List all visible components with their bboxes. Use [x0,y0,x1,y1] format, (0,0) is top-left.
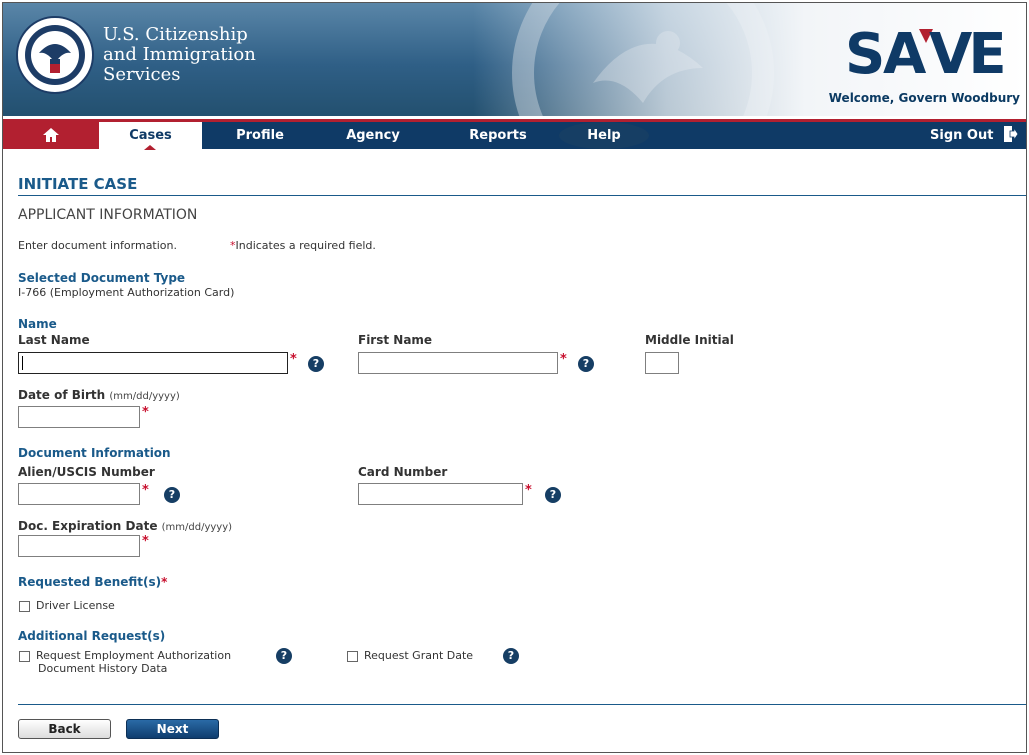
dob-label-text: Date of Birth [18,388,106,402]
selected-doc-heading: Selected Document Type [18,271,186,285]
first-name-required: * [560,352,567,367]
name-heading: Name [18,317,57,331]
sign-out-link[interactable]: Sign Out [908,122,1019,149]
alien-number-input[interactable] [18,483,140,505]
ead-history-checkbox[interactable] [19,651,30,662]
home-icon [43,128,59,142]
agency-line-3: Services [103,64,181,85]
selected-doc-value: I-766 (Employment Authorization Card) [18,286,235,299]
next-button[interactable]: Next [126,719,219,739]
dob-input[interactable] [18,406,140,428]
benefits-required: * [161,575,168,589]
dob-format-hint: (mm/dd/yyyy) [109,391,180,402]
driver-license-checkbox[interactable] [19,601,30,612]
document-info-heading: Document Information [18,446,171,460]
main-nav: Cases Profile Agency Reports Help Sign O… [3,119,1026,150]
grant-date-checkbox[interactable] [347,651,358,662]
first-name-help-icon[interactable]: ? [578,356,594,372]
alien-number-label: Alien/USCIS Number [18,465,155,479]
expiration-format-hint: (mm/dd/yyyy) [161,522,233,533]
driver-license-label: Driver License [36,599,115,612]
expiration-date-input[interactable] [18,535,140,557]
grant-date-label: Request Grant Date [364,649,474,662]
requested-benefits-text: Requested Benefit(s) [18,575,162,589]
back-button[interactable]: Back [18,719,111,739]
nav-home[interactable] [3,122,99,149]
sign-out-label: Sign Out [930,128,994,143]
bottom-divider [18,704,1026,705]
last-name-help-icon[interactable]: ? [308,356,324,372]
required-note-text: Indicates a required field. [235,239,376,252]
nav-cases-label: Cases [129,128,172,143]
agency-line-2: and Immigration [103,44,256,65]
nav-help[interactable]: Help [559,122,649,149]
save-logo: S A VE [845,22,1007,81]
nav-agency[interactable]: Agency [323,122,423,149]
ead-history-line-1: Request Employment Authorization [36,649,232,662]
instruction-text: Enter document information. [18,239,178,252]
card-number-required: * [525,483,532,498]
middle-initial-label: Middle Initial [645,333,734,347]
first-name-input[interactable] [358,352,558,374]
additional-requests-heading: Additional Request(s) [18,629,166,643]
grant-date-help-icon[interactable]: ? [503,648,519,664]
sign-out-icon [1004,126,1019,142]
svg-text:S: S [845,22,882,81]
card-number-label: Card Number [358,465,448,479]
expiration-label-text: Doc. Expiration Date [18,519,158,533]
dhs-seal-icon [16,16,94,94]
card-number-input[interactable] [358,483,523,505]
dob-required: * [142,405,149,420]
required-note: *Indicates a required field. [230,239,376,252]
last-name-required: * [290,352,297,367]
agency-name: U.S. Citizenship and Immigration Service… [103,25,343,85]
alien-number-required: * [142,483,149,498]
card-number-help-icon[interactable]: ? [545,487,561,503]
app-window: U.S. Citizenship and Immigration Service… [2,2,1027,753]
nav-reports[interactable]: Reports [443,122,553,149]
ead-history-line-2: Document History Data [38,662,168,675]
first-name-label: First Name [358,333,433,347]
requested-benefits-heading: Requested Benefit(s)* [18,575,167,589]
alien-number-help-icon[interactable]: ? [164,487,180,503]
dob-label: Date of Birth (mm/dd/yyyy) [18,388,180,402]
active-tab-marker [144,145,156,150]
section-heading: APPLICANT INFORMATION [18,207,198,223]
last-name-label: Last Name [18,333,90,347]
expiration-required: * [142,534,149,549]
svg-text:VE: VE [929,22,1003,81]
text-cursor [22,356,23,370]
welcome-text: Welcome, Govern Woodbury [828,91,1020,105]
page-title: INITIATE CASE [18,175,138,193]
agency-line-1: U.S. Citizenship [103,24,248,45]
middle-initial-input[interactable] [645,352,679,374]
title-divider [18,195,1026,196]
ead-history-help-icon[interactable]: ? [276,648,292,664]
last-name-input[interactable] [18,352,288,374]
nav-cases[interactable]: Cases [99,122,202,150]
nav-profile[interactable]: Profile [215,122,305,149]
header-banner: U.S. Citizenship and Immigration Service… [3,3,1026,116]
ead-history-label: Request Employment Authorization Documen… [36,649,231,675]
expiration-label: Doc. Expiration Date (mm/dd/yyyy) [18,519,232,533]
